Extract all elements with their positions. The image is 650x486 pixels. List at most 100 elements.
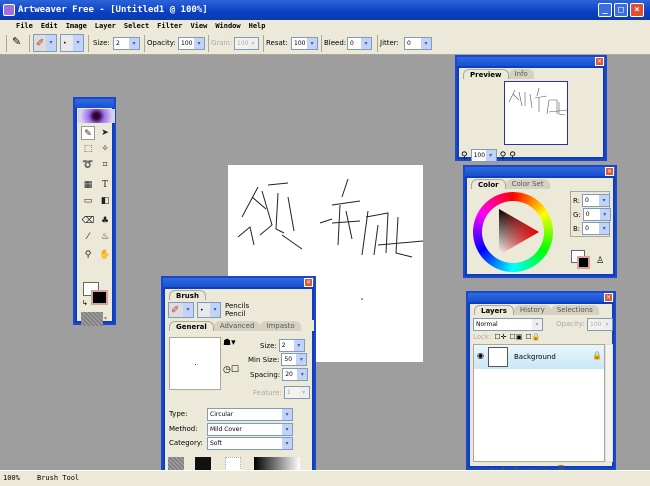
menu-image[interactable]: Image <box>66 20 87 32</box>
jitter-select[interactable]: 0 ▾ <box>404 37 432 50</box>
zoom-in-icon[interactable]: ⚲ <box>509 151 516 161</box>
close-icon[interactable]: × <box>595 57 604 66</box>
close-button[interactable]: × <box>630 3 644 17</box>
shape-tool-icon[interactable]: ▭ <box>81 194 95 208</box>
close-icon[interactable]: × <box>605 167 614 176</box>
paper-texture-swatch[interactable] <box>81 312 103 326</box>
eyedropper-icon[interactable]: ⁄ <box>81 230 95 244</box>
tab-layers[interactable]: Layers <box>474 305 514 315</box>
green-select[interactable]: 0 ▾ <box>582 208 611 221</box>
paper-dropdown-icon[interactable]: ▾ <box>104 315 107 322</box>
brush-category-select[interactable]: ✐ ▾ <box>168 302 194 318</box>
swap-colors-icon[interactable]: ↳ <box>82 299 88 307</box>
zoom-icon[interactable]: ⚲ <box>461 151 468 161</box>
toolbar-divider <box>144 35 145 52</box>
blue-select[interactable]: 0 ▾ <box>582 222 611 235</box>
clone-stamp-icon[interactable]: ♣ <box>98 214 112 228</box>
layer-name: Background <box>514 353 556 361</box>
app-icon <box>3 4 15 16</box>
perspective-grid-icon[interactable]: ▦ <box>81 178 95 192</box>
minimize-button[interactable]: _ <box>598 3 612 17</box>
close-icon[interactable]: × <box>604 293 613 302</box>
brush-size-label: Size: <box>260 341 277 350</box>
eye-icon[interactable]: ◉ <box>477 351 484 360</box>
method-select[interactable]: Mild Cover ▾ <box>207 423 293 436</box>
layers-panel: × Layers History Selections Normal ▾ Opacit… <box>466 291 616 473</box>
tab-history[interactable]: History <box>513 305 551 315</box>
timer-checkbox-icon[interactable]: ◷☐ <box>223 365 239 375</box>
brush-tool-icon[interactable]: ✎ <box>12 35 21 48</box>
resat-select[interactable]: 100 ▾ <box>291 37 318 50</box>
zoom-tool-icon[interactable]: ⚲ <box>81 248 95 262</box>
lock-transparency-checkbox[interactable]: ☐▣ <box>509 333 522 341</box>
gradient-tool-icon[interactable]: ◧ <box>98 194 112 208</box>
category-select[interactable]: Soft ▾ <box>207 437 293 450</box>
tab-selections[interactable]: Selections <box>550 305 599 315</box>
crop-icon[interactable]: ⌗ <box>98 158 112 172</box>
layer-thumbnail <box>488 347 508 367</box>
toolbar-divider <box>321 35 322 52</box>
red-select[interactable]: 0 ▾ <box>582 194 611 207</box>
bleed-select[interactable]: 0 ▾ <box>347 37 372 50</box>
lasso-icon[interactable]: ➰ <box>81 158 95 172</box>
magic-wand-icon[interactable]: ✧ <box>98 142 112 156</box>
grain-label: Grain: <box>211 39 233 47</box>
brush-preset-select[interactable]: ✐ ▾ <box>33 34 57 52</box>
toolbar-divider <box>6 35 7 52</box>
menu-view[interactable]: View <box>190 20 207 32</box>
rectangle-select-icon[interactable]: ⬚ <box>81 142 95 156</box>
menu-help[interactable]: Help <box>249 20 266 32</box>
color-wheel[interactable] <box>473 192 553 272</box>
min-size-label: Min Size: <box>248 355 280 364</box>
layer-opacity-select: 100 ▾ <box>587 318 613 331</box>
spacing-select[interactable]: 20 ▾ <box>282 368 309 381</box>
preview-thumbnail[interactable] <box>504 81 568 145</box>
tab-impasto[interactable]: Impasto <box>260 321 301 331</box>
brush-stroke-preview <box>169 337 221 390</box>
lock-all-checkbox[interactable]: ☐🔒 <box>525 333 540 341</box>
layers-scrollbar[interactable] <box>605 344 613 462</box>
foreground-color-swatch[interactable] <box>91 290 108 305</box>
brush-size-select[interactable]: 2 ▾ <box>278 339 305 352</box>
maximize-button[interactable]: □ <box>614 3 628 17</box>
move-tool-icon[interactable]: ➤ <box>98 126 112 140</box>
tab-brush[interactable]: Brush <box>169 290 206 300</box>
menu-bar: File Edit Image Layer Select Filter View… <box>0 20 650 32</box>
layer-row[interactable]: ◉ Background 🔒 <box>474 345 604 369</box>
size-select[interactable]: 2 ▾ <box>113 37 140 50</box>
paint-bucket-icon[interactable]: ♨ <box>98 230 112 244</box>
tab-color-set[interactable]: Color Set <box>505 179 550 189</box>
close-icon[interactable]: × <box>304 278 313 287</box>
size-expression-icon[interactable]: ☗▾ <box>223 338 236 348</box>
feature-select: 1 ▾ <box>283 386 310 399</box>
foreground-color-swatch[interactable] <box>577 256 590 269</box>
tab-color[interactable]: Color <box>471 179 506 189</box>
menu-layer[interactable]: Layer <box>95 20 116 32</box>
zoom-out-icon[interactable]: ⚲ <box>500 151 507 161</box>
hand-tool-icon[interactable]: ✋ <box>98 248 112 262</box>
lock-position-checkbox[interactable]: ☐✛ <box>494 333 506 341</box>
web-safe-icon[interactable]: ♙ <box>596 256 604 266</box>
opacity-select[interactable]: 100 ▾ <box>178 37 205 50</box>
toolbar-divider <box>88 35 89 52</box>
min-size-select[interactable]: 50 ▾ <box>281 353 308 366</box>
eraser-icon[interactable]: ⌫ <box>81 214 95 228</box>
toolbar-divider <box>29 35 30 52</box>
type-select[interactable]: Circular ▾ <box>207 408 293 421</box>
menu-select[interactable]: Select <box>124 20 149 32</box>
menu-filter[interactable]: Filter <box>157 20 182 32</box>
menu-edit[interactable]: Edit <box>41 20 58 32</box>
brush-variant-select[interactable]: • ▾ <box>197 302 221 318</box>
brush-tool-icon[interactable]: ✎ <box>81 126 95 140</box>
bleed-label: Bleed: <box>324 39 347 47</box>
blend-mode-select[interactable]: Normal ▾ <box>473 318 543 331</box>
brush-shape-select[interactable]: • ▾ <box>60 34 84 52</box>
tab-general[interactable]: General <box>169 321 214 331</box>
tab-info[interactable]: Info <box>508 69 534 79</box>
tab-preview[interactable]: Preview <box>463 69 509 79</box>
preview-zoom-select[interactable]: 100 ▾ <box>470 149 497 162</box>
menu-file[interactable]: File <box>16 20 33 32</box>
menu-window[interactable]: Window <box>215 20 240 32</box>
tab-advanced[interactable]: Advanced <box>213 321 261 331</box>
text-tool-icon[interactable]: T <box>98 178 112 192</box>
